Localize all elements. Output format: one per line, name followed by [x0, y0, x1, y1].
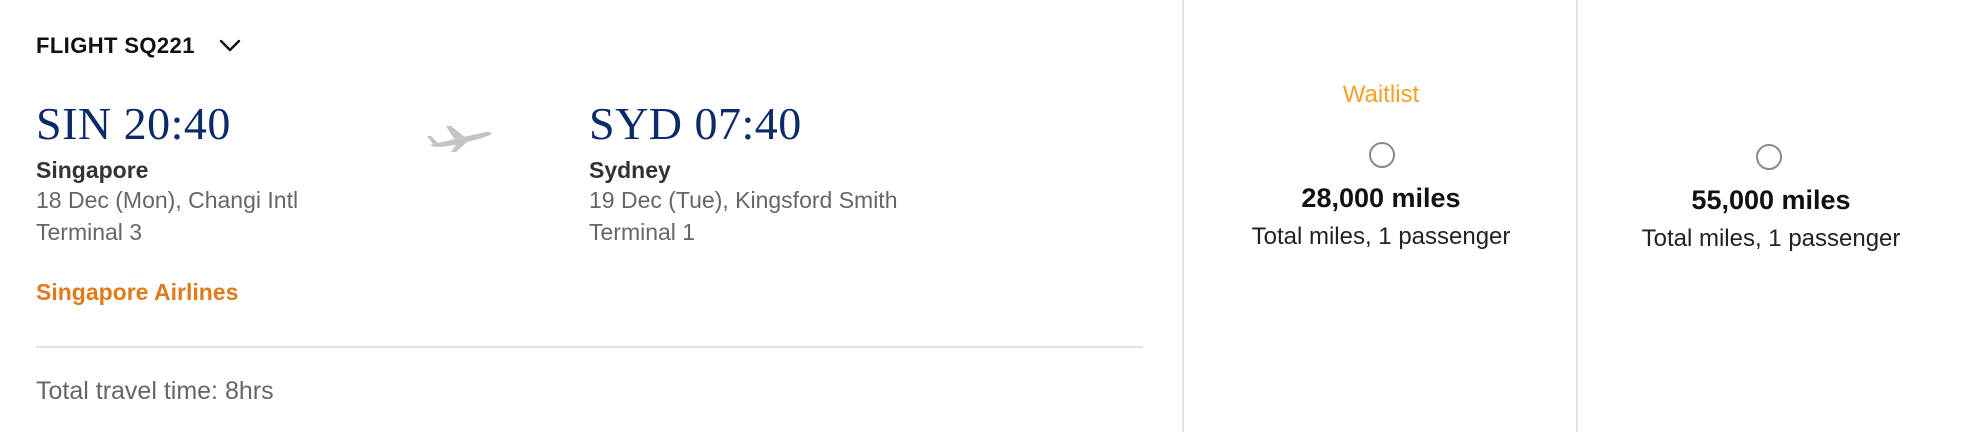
origin-block: SIN 20:40 Singapore 18 Dec (Mon), Changi… — [36, 98, 298, 248]
fare-radio-2[interactable] — [1756, 144, 1782, 170]
fare-miles-subtitle: Total miles, 1 passenger — [1641, 225, 1901, 252]
destination-city: Sydney — [589, 157, 671, 183]
fare-miles: 55,000 miles — [1691, 185, 1851, 215]
fare-option-2[interactable]: 55,000 miles Total miles, 1 passenger — [1576, 0, 1962, 432]
plane-icon — [427, 126, 492, 152]
flight-details-panel: FLIGHT SQ221 SIN 20:40 Singapore 18 Dec … — [0, 0, 1182, 432]
destination-code-time: SYD 07:40 — [589, 98, 802, 149]
fare-radio-1[interactable] — [1369, 142, 1395, 168]
chevron-down-icon[interactable] — [219, 39, 241, 53]
divider — [36, 346, 1143, 348]
destination-terminal: Terminal 1 — [589, 219, 696, 245]
fare-option-1[interactable]: Waitlist 28,000 miles Total miles, 1 pas… — [1182, 0, 1578, 432]
origin-city: Singapore — [36, 157, 149, 183]
fare-status-waitlist: Waitlist — [1342, 81, 1420, 108]
origin-code-time: SIN 20:40 — [36, 98, 231, 149]
flight-header-toggle[interactable]: FLIGHT SQ221 — [36, 33, 241, 59]
fare-miles-subtitle: Total miles, 1 passenger — [1251, 223, 1511, 250]
origin-terminal: Terminal 3 — [36, 219, 143, 245]
operator-link[interactable]: Singapore Airlines — [36, 279, 238, 306]
origin-date-airport: 18 Dec (Mon), Changi Intl — [36, 187, 299, 213]
total-travel-time: Total travel time: 8hrs — [36, 377, 274, 405]
fare-miles: 28,000 miles — [1301, 183, 1461, 213]
destination-date-airport: 19 Dec (Tue), Kingsford Smith — [589, 187, 898, 213]
destination-block: SYD 07:40 Sydney 19 Dec (Tue), Kingsford… — [589, 98, 898, 248]
flight-number: FLIGHT SQ221 — [36, 33, 195, 58]
